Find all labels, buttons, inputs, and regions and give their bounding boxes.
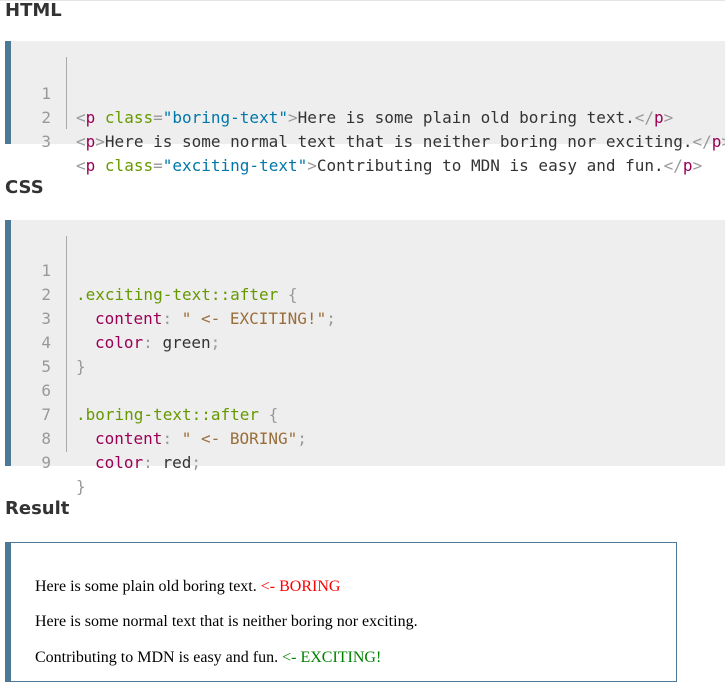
code-line: 5 bbox=[11, 331, 51, 376]
code-text: .boring-text::after { bbox=[76, 405, 279, 424]
result-heading: Result bbox=[5, 498, 70, 519]
exciting-suffix: <- EXCITING! bbox=[278, 649, 382, 666]
code-line: 8 color: red; bbox=[11, 403, 201, 472]
code-line: 3 color: green; bbox=[11, 283, 220, 352]
html-code-block[interactable]: 1 <p class="boring-text">Here is some pl… bbox=[5, 41, 725, 175]
result-paragraph-normal: Here is some normal text that is neither… bbox=[35, 613, 418, 630]
top-divider bbox=[0, 0, 725, 1]
code-line: 1 <p class="boring-text">Here is some pl… bbox=[11, 58, 673, 127]
result-paragraph-boring: Here is some plain old boring text. <- B… bbox=[35, 578, 341, 595]
css-heading: CSS bbox=[5, 177, 44, 198]
code-line: 6 .boring-text::after { bbox=[11, 355, 278, 424]
code-text: } bbox=[76, 357, 86, 376]
line-number-gutter bbox=[66, 236, 67, 452]
code-text: .exciting-text::after { bbox=[76, 285, 298, 304]
css-code-block[interactable]: 1 .exciting-text::after { 2 content: " <… bbox=[5, 220, 725, 496]
code-line: 2 content: " <- EXCITING!"; bbox=[11, 259, 335, 328]
code-text: color: red; bbox=[95, 453, 201, 472]
html-heading: HTML bbox=[5, 0, 62, 21]
line-number-gutter bbox=[66, 57, 67, 129]
result-frame: Here is some plain old boring text. <- B… bbox=[5, 542, 677, 682]
boring-suffix: <- BORING bbox=[256, 578, 341, 595]
code-line: 7 content: " <- BORING"; bbox=[11, 379, 307, 448]
code-text: <p class="exciting-text">Contributing to… bbox=[76, 156, 703, 175]
code-line: 2 <p>Here is some normal text that is ne… bbox=[11, 82, 725, 151]
code-line: 1 .exciting-text::after { bbox=[11, 235, 297, 304]
code-text: color: green; bbox=[95, 333, 221, 352]
code-text: content: " <- BORING"; bbox=[95, 429, 307, 448]
code-line: 4 } bbox=[11, 307, 85, 376]
code-text: <p class="boring-text">Here is some plai… bbox=[76, 108, 674, 127]
code-text: <p>Here is some normal text that is neit… bbox=[76, 132, 725, 151]
line-number: 9 bbox=[41, 453, 51, 472]
code-text: } bbox=[76, 477, 86, 496]
code-line: 9 } bbox=[11, 427, 85, 496]
result-paragraph-exciting: Contributing to MDN is easy and fun. <- … bbox=[35, 649, 382, 666]
code-text: content: " <- EXCITING!"; bbox=[95, 309, 336, 328]
code-line: 3 <p class="exciting-text">Contributing … bbox=[11, 106, 702, 175]
line-number: 3 bbox=[41, 132, 51, 151]
